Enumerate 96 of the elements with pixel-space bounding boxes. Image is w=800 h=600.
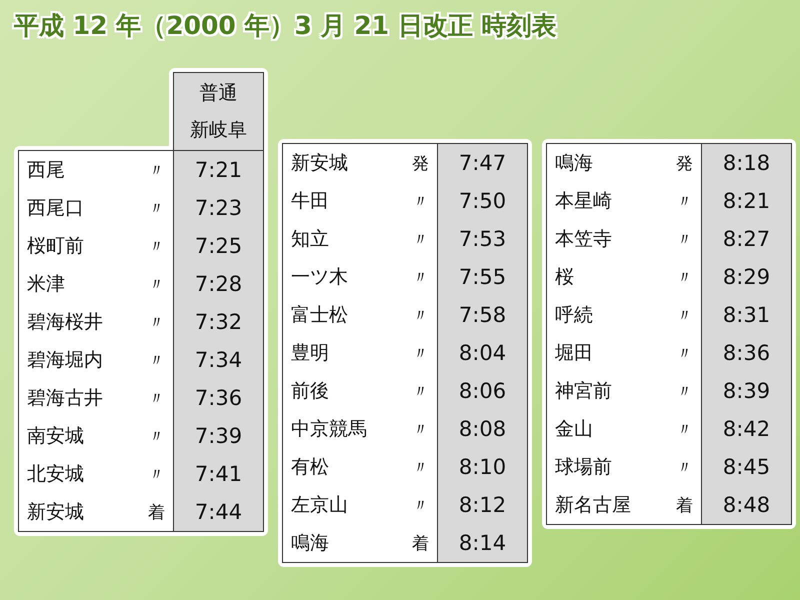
station-name: 牛田 xyxy=(291,189,329,214)
stop-mark: 〃 xyxy=(676,228,693,250)
page-title: 平成 12 年（2000 年）3 月 21 日改正 時刻表 xyxy=(14,10,558,42)
time-cell: 7:53 xyxy=(437,220,527,258)
station-name: 一ツ木 xyxy=(291,265,348,290)
time-cell: 7:23 xyxy=(173,189,263,227)
stop-mark: 〃 xyxy=(148,312,165,334)
stop-mark: 〃 xyxy=(676,304,693,326)
station-name: 知立 xyxy=(291,227,329,252)
time-cell: 8:39 xyxy=(701,372,791,410)
station-name: 新安城 xyxy=(27,500,84,525)
time-cell: 7:21 xyxy=(173,151,263,189)
time-cell: 8:14 xyxy=(437,524,527,562)
stop-mark: 〃 xyxy=(676,342,693,364)
station-name: 神宮前 xyxy=(555,379,612,404)
station-name: 新名古屋 xyxy=(555,493,631,518)
time-cell: 8:18 xyxy=(701,144,791,182)
time-cell: 8:29 xyxy=(701,258,791,296)
stop-mark: 〃 xyxy=(676,190,693,212)
station-name: 新安城 xyxy=(291,151,348,176)
stop-mark: 着 xyxy=(148,502,165,524)
time-cell: 7:44 xyxy=(173,493,263,531)
stop-mark: 〃 xyxy=(412,494,429,516)
stop-mark: 〃 xyxy=(148,198,165,220)
time-cell: 8:12 xyxy=(437,486,527,524)
time-cell: 8:36 xyxy=(701,334,791,372)
destination: 新岐阜 xyxy=(190,118,247,142)
stop-mark: 〃 xyxy=(412,342,429,364)
station-name: 球場前 xyxy=(555,455,612,480)
stop-mark: 〃 xyxy=(148,160,165,182)
time-cell: 8:27 xyxy=(701,220,791,258)
time-cell: 8:21 xyxy=(701,182,791,220)
station-name: 有松 xyxy=(291,455,329,480)
stop-mark: 〃 xyxy=(676,380,693,402)
time-cell: 7:36 xyxy=(173,379,263,417)
time-cell: 8:45 xyxy=(701,448,791,486)
station-name: 中京競馬 xyxy=(291,417,367,442)
station-name: 鳴海 xyxy=(555,151,593,176)
station-name: 桜町前 xyxy=(27,234,84,259)
stop-mark: 〃 xyxy=(412,228,429,250)
stop-mark: 〃 xyxy=(676,266,693,288)
time-cell: 7:55 xyxy=(437,258,527,296)
stop-mark: 〃 xyxy=(148,388,165,410)
station-name: 前後 xyxy=(291,379,329,404)
stop-mark: 発 xyxy=(412,152,429,174)
stop-mark: 〃 xyxy=(412,380,429,402)
time-cell: 7:58 xyxy=(437,296,527,334)
time-cell: 7:47 xyxy=(437,144,527,182)
time-cell: 8:31 xyxy=(701,296,791,334)
time-cell: 7:28 xyxy=(173,265,263,303)
time-cell: 8:10 xyxy=(437,448,527,486)
stop-mark: 〃 xyxy=(412,304,429,326)
stop-mark: 発 xyxy=(676,152,693,174)
stop-mark: 〃 xyxy=(412,190,429,212)
stop-mark: 〃 xyxy=(412,418,429,440)
stop-mark: 〃 xyxy=(676,418,693,440)
station-name: 西尾口 xyxy=(27,196,84,221)
station-name: 南安城 xyxy=(27,424,84,449)
stop-mark: 〃 xyxy=(412,456,429,478)
station-name: 堀田 xyxy=(555,341,593,366)
time-cell: 7:50 xyxy=(437,182,527,220)
time-cell: 7:41 xyxy=(173,455,263,493)
station-name: 左京山 xyxy=(291,493,348,518)
station-name: 呼続 xyxy=(555,303,593,328)
station-name: 富士松 xyxy=(291,303,348,328)
stop-mark: 〃 xyxy=(148,274,165,296)
stop-mark: 〃 xyxy=(148,236,165,258)
time-cell: 8:04 xyxy=(437,334,527,372)
station-name: 米津 xyxy=(27,272,65,297)
stop-mark: 〃 xyxy=(148,350,165,372)
time-cell: 8:08 xyxy=(437,410,527,448)
train-type: 普通 xyxy=(200,80,238,106)
station-name: 碧海堀内 xyxy=(27,348,103,373)
time-cell: 8:42 xyxy=(701,410,791,448)
station-name: 金山 xyxy=(555,417,593,442)
time-cell: 7:25 xyxy=(173,227,263,265)
station-name: 豊明 xyxy=(291,341,329,366)
station-name: 鳴海 xyxy=(291,531,329,556)
time-cell: 7:34 xyxy=(173,341,263,379)
station-name: 碧海桜井 xyxy=(27,310,103,335)
stop-mark: 〃 xyxy=(148,426,165,448)
stop-mark: 着 xyxy=(412,532,429,554)
station-name: 北安城 xyxy=(27,462,84,487)
time-cell: 8:06 xyxy=(437,372,527,410)
station-name: 桜 xyxy=(555,265,574,290)
stop-mark: 〃 xyxy=(676,456,693,478)
station-name: 本星崎 xyxy=(555,189,612,214)
station-name: 本笠寺 xyxy=(555,227,612,252)
time-cell: 7:32 xyxy=(173,303,263,341)
stop-mark: 〃 xyxy=(412,266,429,288)
station-name: 西尾 xyxy=(27,158,65,183)
time-cell: 8:48 xyxy=(701,486,791,524)
station-name: 碧海古井 xyxy=(27,386,103,411)
stop-mark: 着 xyxy=(676,494,693,516)
time-cell: 7:39 xyxy=(173,417,263,455)
stop-mark: 〃 xyxy=(148,464,165,486)
